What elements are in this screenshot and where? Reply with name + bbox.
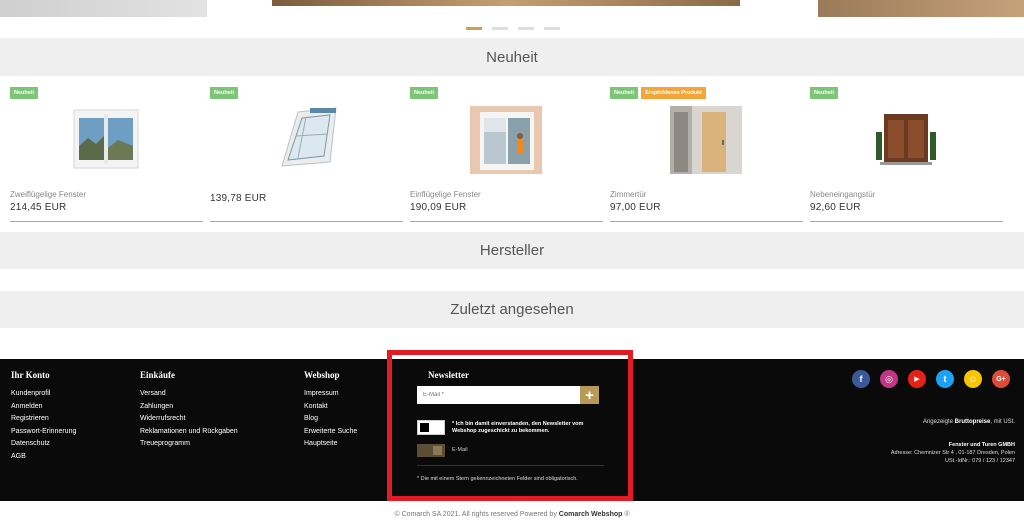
product-price: 139,78 EUR bbox=[210, 193, 267, 204]
product-image[interactable] bbox=[270, 106, 342, 174]
company-name: Fenster und Turen GMBH bbox=[948, 442, 1015, 448]
link-customer-profile[interactable]: Kundenprofil bbox=[11, 388, 76, 401]
page: Neuheit Neuheit Zweiflügelige Fenster 21… bbox=[0, 0, 1024, 522]
slider-dot-2[interactable] bbox=[492, 27, 508, 30]
copyright-brand[interactable]: Comarch Webshop bbox=[559, 511, 623, 518]
badge-new: Neuheit bbox=[810, 87, 839, 99]
link-shipping[interactable]: Versand bbox=[140, 388, 238, 401]
price-note-prefix: Angezeigte bbox=[922, 419, 955, 425]
badge-recommended: Empfohlenes Produkt bbox=[641, 87, 707, 99]
product-card[interactable]: Neuheit 139,78 EUR bbox=[210, 76, 403, 222]
product-image[interactable] bbox=[70, 106, 142, 174]
newsletter-consent-toggle[interactable] bbox=[417, 420, 445, 435]
gross-price-note: Angezeigte Bruttopreise, mit USt. bbox=[923, 419, 1015, 425]
product-list: Neuheit Zweiflügelige Fenster 214,45 EUR… bbox=[0, 76, 1024, 232]
slide-preview-right[interactable] bbox=[818, 0, 1024, 17]
link-register[interactable]: Registrieren bbox=[11, 413, 76, 426]
footer-account-title: Ihr Konto bbox=[11, 370, 50, 380]
company-vat: USt.-IdNr.: 079 / 123 / 12347 bbox=[944, 458, 1015, 464]
newsletter-divider bbox=[417, 465, 604, 466]
link-password-reminder[interactable]: Passwort-Erinnerung bbox=[11, 426, 76, 439]
newsletter-consent-text: * Ich bin damit einverstanden, den Newsl… bbox=[452, 421, 584, 434]
slider-dot-1[interactable] bbox=[466, 27, 482, 30]
youtube-icon[interactable]: ▶ bbox=[908, 370, 926, 388]
section-title-manufacturer: Hersteller bbox=[0, 232, 1024, 269]
copyright: © Comarch SA 2021. All rights reserved P… bbox=[0, 511, 1024, 518]
badge-new: Neuheit bbox=[10, 87, 39, 99]
section-title-new-text: Neuheit bbox=[486, 48, 538, 66]
hero-slider bbox=[0, 0, 1024, 38]
badge-new: Neuheit bbox=[210, 87, 239, 99]
product-name[interactable]: Nebeneingangstür bbox=[810, 190, 875, 199]
product-price: 214,45 EUR bbox=[10, 202, 67, 213]
product-image[interactable] bbox=[870, 106, 942, 174]
newsletter-title: Newsletter bbox=[428, 370, 469, 380]
product-badges: Neuheit bbox=[810, 87, 839, 99]
newsletter-required-note: * Die mit einem Stern gekennzeichneten F… bbox=[417, 476, 578, 482]
product-badges: Neuheit Empfohlenes Produkt bbox=[610, 87, 707, 99]
product-image[interactable] bbox=[470, 106, 542, 174]
section-title-recently-viewed: Zuletzt angesehen bbox=[0, 291, 1024, 328]
slider-dot-4[interactable] bbox=[544, 27, 560, 30]
badge-new: Neuheit bbox=[610, 87, 639, 99]
link-loyalty[interactable]: Treueprogramm bbox=[140, 438, 238, 451]
snapchat-icon[interactable]: ☺ bbox=[964, 370, 982, 388]
footer-webshop-title: Webshop bbox=[304, 370, 340, 380]
product-name[interactable]: Einflügelige Fenster bbox=[410, 190, 481, 199]
price-note-bold: Bruttopreise bbox=[954, 419, 991, 425]
google-plus-icon[interactable]: G+ bbox=[992, 370, 1010, 388]
product-price: 97,00 EUR bbox=[610, 202, 661, 213]
slide-preview-left[interactable] bbox=[0, 0, 207, 17]
section-title-manufacturer-text: Hersteller bbox=[479, 242, 545, 259]
instagram-icon[interactable]: ◎ bbox=[880, 370, 898, 388]
link-imprint[interactable]: Impressum bbox=[304, 388, 357, 401]
link-payments[interactable]: Zahlungen bbox=[140, 401, 238, 414]
footer-webshop-column: Webshop Impressum Kontakt Blog Erweitert… bbox=[304, 370, 357, 451]
link-withdrawal[interactable]: Widerrufsrecht bbox=[140, 413, 238, 426]
product-badges: Neuheit bbox=[210, 87, 239, 99]
link-terms[interactable]: AGB bbox=[11, 451, 76, 464]
newsletter-email-input[interactable] bbox=[417, 386, 580, 404]
price-note-suffix: , mit USt. bbox=[990, 419, 1015, 425]
product-name[interactable]: Zweiflügelige Fenster bbox=[10, 190, 86, 199]
product-badges: Neuheit bbox=[410, 87, 439, 99]
copyright-prefix: © Comarch SA 2021. All rights reserved P… bbox=[394, 511, 559, 518]
link-privacy[interactable]: Datenschutz bbox=[11, 438, 76, 451]
link-blog[interactable]: Blog bbox=[304, 413, 357, 426]
slider-dots bbox=[466, 27, 560, 30]
section-title-recent-text: Zuletzt angesehen bbox=[450, 301, 574, 318]
badge-new: Neuheit bbox=[410, 87, 439, 99]
newsletter-email-toggle[interactable] bbox=[417, 444, 445, 457]
company-info: Fenster und Turen GMBH Adresse: Chemnize… bbox=[891, 441, 1015, 465]
product-name[interactable]: Zimmertür bbox=[610, 190, 646, 199]
twitter-icon[interactable]: t bbox=[936, 370, 954, 388]
link-login[interactable]: Anmelden bbox=[11, 401, 76, 414]
product-card[interactable]: Neuheit Empfohlenes Produkt Zimmertür 97… bbox=[610, 76, 803, 222]
facebook-icon[interactable]: f bbox=[852, 370, 870, 388]
copyright-suffix: ® bbox=[622, 511, 630, 518]
product-image[interactable] bbox=[670, 106, 742, 174]
footer-shopping-column: Einkäufe Versand Zahlungen Widerrufsrech… bbox=[140, 370, 238, 451]
product-card[interactable]: Neuheit Nebeneingangstür 92,60 EUR bbox=[810, 76, 1003, 222]
footer-account-column: Ihr Konto Kundenprofil Anmelden Registri… bbox=[11, 370, 76, 464]
link-advanced-search[interactable]: Erweiterte Suche bbox=[304, 426, 357, 439]
link-home[interactable]: Hauptseite bbox=[304, 438, 357, 451]
newsletter-submit-button[interactable]: + bbox=[580, 386, 599, 404]
product-card[interactable]: Neuheit Zweiflügelige Fenster 214,45 EUR bbox=[10, 76, 203, 222]
product-badges: Neuheit bbox=[10, 87, 39, 99]
slide-main-image[interactable] bbox=[272, 0, 740, 6]
social-links: f ◎ ▶ t ☺ G+ bbox=[852, 370, 1010, 388]
slider-dot-3[interactable] bbox=[518, 27, 534, 30]
product-price: 190,09 EUR bbox=[410, 202, 467, 213]
footer-shopping-title: Einkäufe bbox=[140, 370, 176, 380]
company-address: Adresse: Chemnizer Str 4 , 01-187 Dresde… bbox=[890, 450, 1015, 456]
link-returns[interactable]: Reklamationen und Rückgaben bbox=[140, 426, 238, 439]
section-title-new: Neuheit bbox=[0, 38, 1024, 76]
newsletter-email-label: E-Mail bbox=[452, 447, 468, 453]
link-contact[interactable]: Kontakt bbox=[304, 401, 357, 414]
product-price: 92,60 EUR bbox=[810, 202, 861, 213]
product-card[interactable]: Neuheit Einflügelige Fenster 190,09 EUR bbox=[410, 76, 603, 222]
